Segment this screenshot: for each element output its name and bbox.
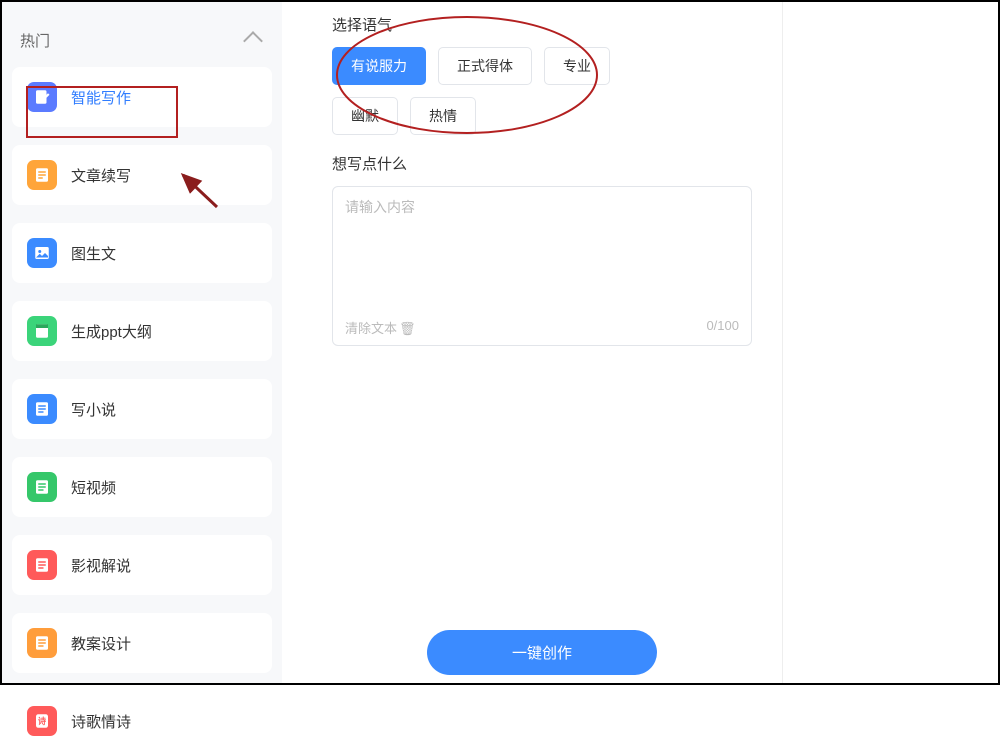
sidebar-item-label: 诗歌情诗 [71,711,131,732]
tone-formal-button[interactable]: 正式得体 [438,47,532,85]
sidebar-item-smart-writing[interactable]: 智能写作 [12,67,272,127]
svg-text:诗: 诗 [38,716,47,726]
sidebar: 热门 智能写作 文章续写 图生文 生成ppt大纲 写小说 [2,2,282,683]
tone-professional-button[interactable]: 专业 [544,47,610,85]
sidebar-item-label: 影视解说 [71,555,131,576]
right-divider [782,2,783,683]
tone-row-2: 幽默 热情 [332,97,752,135]
sidebar-item-novel[interactable]: 写小说 [12,379,272,439]
doc-lines5-icon [27,628,57,658]
tone-humorous-button[interactable]: 幽默 [332,97,398,135]
image-icon [27,238,57,268]
tone-persuasive-button[interactable]: 有说服力 [332,47,426,85]
trash-icon: 🗑 [399,321,416,337]
sidebar-item-label: 教案设计 [71,633,131,654]
tone-row-1: 有说服力 正式得体 专业 [332,47,752,85]
section-header-hot[interactable]: 热门 [12,20,272,61]
ppt-icon [27,316,57,346]
doc-lines4-icon [27,550,57,580]
sidebar-item-label: 写小说 [71,399,116,420]
doc-lines2-icon [27,394,57,424]
doc-lines3-icon [27,472,57,502]
sidebar-item-poetry[interactable]: 诗 诗歌情诗 [12,691,272,751]
sidebar-item-video-commentary[interactable]: 影视解说 [12,535,272,595]
sidebar-item-label: 短视频 [71,477,116,498]
tone-enthusiastic-button[interactable]: 热情 [410,97,476,135]
sidebar-item-article-continue[interactable]: 文章续写 [12,145,272,205]
clear-text-button[interactable]: 清除文本🗑 [345,318,416,337]
sidebar-item-lesson-plan[interactable]: 教案设计 [12,613,272,673]
content-textarea-wrap: 清除文本🗑 0/100 [332,186,752,346]
sidebar-item-label: 智能写作 [71,87,131,108]
submit-button[interactable]: 一键创作 [427,630,657,675]
content-textarea[interactable] [345,197,739,317]
tone-label: 选择语气 [332,14,752,35]
sidebar-item-label: 生成ppt大纲 [71,321,152,342]
sidebar-item-ppt-outline[interactable]: 生成ppt大纲 [12,301,272,361]
poem-icon: 诗 [27,706,57,736]
char-count: 0/100 [706,318,739,337]
section-title: 热门 [20,30,50,51]
textarea-footer: 清除文本🗑 0/100 [345,318,739,337]
sidebar-item-label: 图生文 [71,243,116,264]
content-label: 想写点什么 [332,153,752,174]
main-panel: 选择语气 有说服力 正式得体 专业 幽默 热情 想写点什么 清除文本🗑 0/10… [302,2,782,683]
doc-lines-icon [27,160,57,190]
sidebar-item-img-to-text[interactable]: 图生文 [12,223,272,283]
doc-edit-icon [27,82,57,112]
sidebar-item-label: 文章续写 [71,165,131,186]
sidebar-item-short-video[interactable]: 短视频 [12,457,272,517]
chevron-up-icon [243,31,263,51]
